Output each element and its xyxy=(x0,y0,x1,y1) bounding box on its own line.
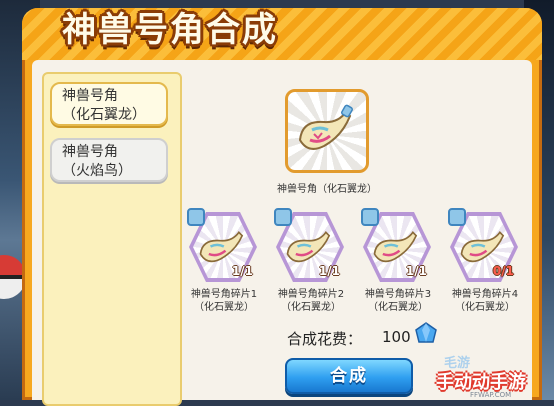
list-item-fire-bird[interactable]: 神兽号角 （火焰鸟） xyxy=(50,138,168,182)
puzzle-piece-icon xyxy=(448,208,466,226)
watermark-url: FFWAP.COM xyxy=(470,391,512,399)
fragment-card-4[interactable]: 0/1 xyxy=(448,208,518,282)
fragment-card-1[interactable]: 1/1 xyxy=(187,208,257,282)
puzzle-piece-icon xyxy=(361,208,379,226)
fragment-card-3[interactable]: 1/1 xyxy=(361,208,431,282)
fragment-label-4: 神兽号角碎片4 （化石翼龙） xyxy=(451,289,519,313)
window-title: 神兽号角合成 xyxy=(62,10,278,50)
cost-label: 合成花费： xyxy=(287,330,363,348)
cost-value: 100 xyxy=(382,328,411,346)
target-item-card[interactable] xyxy=(285,89,369,173)
puzzle-piece-icon xyxy=(274,208,292,226)
list-item-subname: （化石翼龙） xyxy=(62,107,146,123)
list-item-name: 神兽号角 xyxy=(62,144,118,160)
puzzle-piece-icon xyxy=(187,208,205,226)
fragment-count: 1/1 xyxy=(405,264,427,278)
target-item-name: 神兽号角（化石翼龙） xyxy=(277,184,377,195)
fragment-label-3: 神兽号角碎片3 （化石翼龙） xyxy=(364,289,432,313)
fragment-label-1: 神兽号角碎片1 （化石翼龙） xyxy=(190,289,258,313)
fragment-count: 0/1 xyxy=(492,264,514,278)
list-item-name: 神兽号角 xyxy=(62,88,118,104)
diamond-icon xyxy=(415,322,437,343)
synthesize-button[interactable]: 合成 xyxy=(285,358,413,394)
fragment-count: 1/1 xyxy=(318,264,340,278)
fragment-card-2[interactable]: 1/1 xyxy=(274,208,344,282)
synthesis-window: 神兽号角合成 神兽号角 （化石翼龙） 神兽号角 （火焰鸟） xyxy=(22,8,542,406)
horn-list: 神兽号角 （化石翼龙） 神兽号角 （火焰鸟） xyxy=(42,72,182,406)
horn-icon xyxy=(298,104,353,150)
list-item-fossil-pterodactyl[interactable]: 神兽号角 （化石翼龙） xyxy=(50,82,168,126)
list-item-subname: （火焰鸟） xyxy=(62,163,132,179)
fragment-label-2: 神兽号角碎片2 （化石翼龙） xyxy=(277,289,345,313)
fragment-count: 1/1 xyxy=(231,264,253,278)
